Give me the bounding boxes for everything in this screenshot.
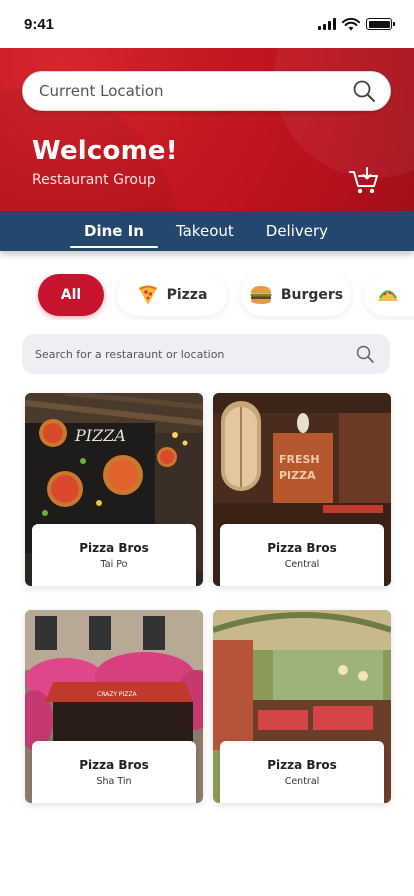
category-chips: All Pizza Burgers bbox=[0, 274, 414, 320]
wifi-icon bbox=[342, 17, 360, 30]
restaurant-name: Pizza Bros bbox=[79, 757, 149, 772]
cellular-signal-icon bbox=[318, 18, 336, 30]
burger-icon bbox=[250, 286, 272, 304]
taco-icon bbox=[378, 290, 398, 301]
restaurant-info: Pizza Bros Central bbox=[220, 524, 384, 586]
cart-icon[interactable] bbox=[348, 166, 380, 196]
welcome-subtitle: Restaurant Group bbox=[32, 172, 156, 188]
category-chip-burgers[interactable]: Burgers bbox=[241, 274, 351, 316]
restaurant-info: Pizza Bros Tai Po bbox=[32, 524, 196, 586]
tab-takeout[interactable]: Takeout bbox=[160, 211, 250, 251]
welcome-title: Welcome! bbox=[32, 136, 178, 166]
status-bar: 9:41 bbox=[0, 0, 414, 48]
category-chip-pizza[interactable]: Pizza bbox=[117, 274, 227, 316]
restaurant-info: Pizza Bros Sha Tin bbox=[32, 741, 196, 803]
svg-text:FRESH: FRESH bbox=[279, 453, 320, 466]
svg-text:CRAZY PIZZA: CRAZY PIZZA bbox=[97, 691, 138, 698]
search-icon[interactable] bbox=[356, 345, 374, 363]
restaurant-info: Pizza Bros Central bbox=[220, 741, 384, 803]
status-icons bbox=[318, 17, 395, 31]
restaurant-location: Central bbox=[284, 558, 320, 570]
restaurant-name: Pizza Bros bbox=[267, 757, 337, 772]
svg-text:PIZZA: PIZZA bbox=[74, 426, 126, 445]
category-label: All bbox=[60, 287, 82, 303]
location-search-label: Current Location bbox=[39, 82, 164, 100]
tab-dine-in[interactable]: Dine In bbox=[68, 211, 160, 251]
category-label: Burgers bbox=[280, 287, 344, 303]
battery-icon bbox=[366, 18, 395, 30]
tab-delivery[interactable]: Delivery bbox=[250, 211, 344, 251]
restaurant-location: Sha Tin bbox=[96, 775, 132, 787]
status-time: 9:41 bbox=[24, 15, 55, 33]
restaurant-card[interactable]: CRAZY PIZZA Pizza Bros Sha Tin bbox=[25, 610, 203, 803]
restaurant-name: Pizza Bros bbox=[79, 540, 149, 555]
category-chip-taco[interactable] bbox=[364, 274, 414, 316]
category-label: Pizza bbox=[166, 287, 208, 303]
pizza-icon bbox=[138, 285, 157, 305]
svg-text:PIZZA: PIZZA bbox=[279, 469, 316, 482]
restaurant-search-input[interactable]: Search for a restaraunt or location bbox=[22, 334, 390, 374]
order-type-tabs: Dine In Takeout Delivery bbox=[0, 211, 414, 251]
restaurant-location: Tai Po bbox=[100, 558, 128, 570]
restaurant-location: Central bbox=[284, 775, 320, 787]
restaurant-search-placeholder: Search for a restaraunt or location bbox=[35, 347, 225, 361]
location-search-bar[interactable]: Current Location bbox=[22, 71, 391, 111]
search-icon[interactable] bbox=[352, 79, 376, 103]
category-chip-all[interactable]: All bbox=[38, 274, 104, 316]
restaurant-card[interactable]: FRESH PIZZA Pizza Bros Central bbox=[213, 393, 391, 586]
header-banner: Current Location Welcome! Restaurant Gro… bbox=[0, 48, 414, 211]
restaurant-name: Pizza Bros bbox=[267, 540, 337, 555]
restaurant-card[interactable]: PIZZA Pizza Bros Tai Po bbox=[25, 393, 203, 586]
restaurant-card[interactable]: Pizza Bros Central bbox=[213, 610, 391, 803]
